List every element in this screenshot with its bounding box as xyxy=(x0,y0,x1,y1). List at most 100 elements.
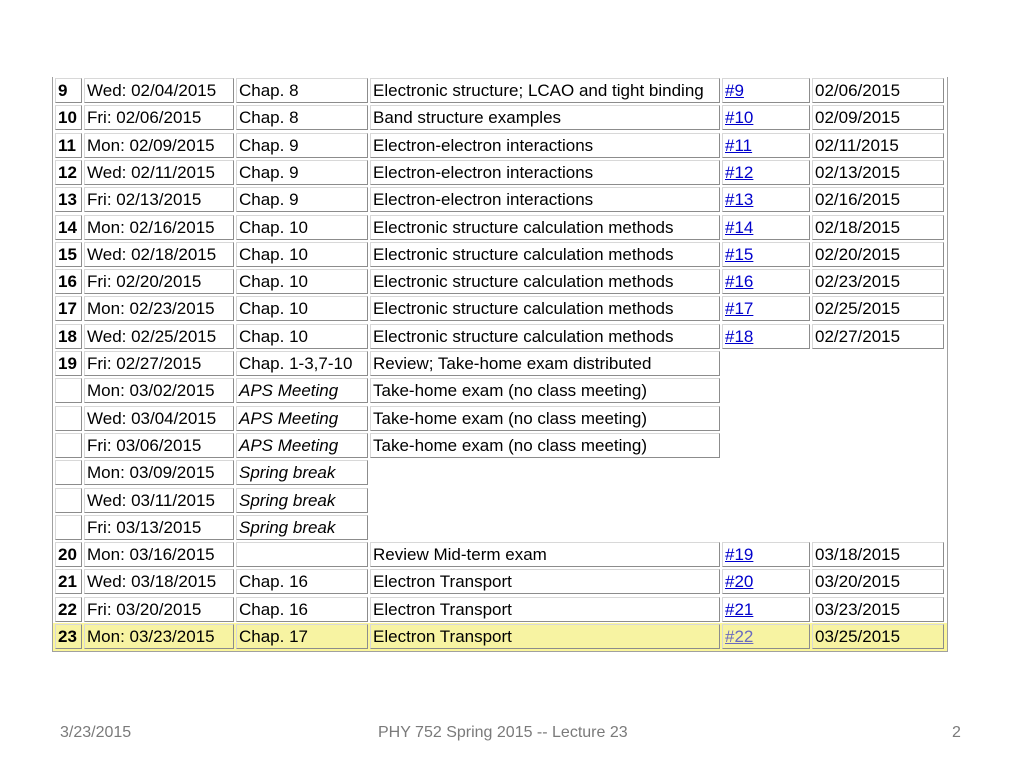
date-cell: Wed: 03/18/2015 xyxy=(84,569,234,595)
page-number: 2 xyxy=(952,724,961,741)
lecture-number-cell xyxy=(55,432,82,458)
date-cell: Fri: 03/20/2015 xyxy=(84,596,234,622)
homework-cell[interactable]: #20 xyxy=(722,569,810,595)
homework-cell[interactable]: #13 xyxy=(722,187,810,213)
table-row: Wed: 03/04/2015 APS Meeting Take-home exam… xyxy=(53,405,947,432)
table-row: Mon: 03/09/2015 Spring break xyxy=(53,459,947,486)
homework-link[interactable]: #18 xyxy=(725,327,753,346)
homework-cell[interactable]: #18 xyxy=(722,323,810,349)
date-cell: Mon: 03/16/2015 xyxy=(84,542,234,568)
homework-link[interactable]: #20 xyxy=(725,572,753,591)
topic-cell: Electronic structure; LCAO and tight bin… xyxy=(370,78,720,103)
table-row: 17 Mon: 02/23/2015 Chap. 10 Electronic stru… xyxy=(53,295,947,322)
table-row: 14 Mon: 02/16/2015 Chap. 10 Electronic stru… xyxy=(53,214,947,241)
homework-cell[interactable]: #16 xyxy=(722,269,810,295)
topic-cell: Electronic structure calculation methods xyxy=(370,296,720,322)
lecture-number-cell: 23 xyxy=(55,624,82,649)
lecture-number-cell: 22 xyxy=(55,596,82,622)
table-row: 15 Wed: 02/18/2015 Chap. 10 Electronic stru… xyxy=(53,241,947,268)
homework-link[interactable]: #15 xyxy=(725,245,753,264)
chapter-cell: Chap. 9 xyxy=(236,187,368,213)
homework-link[interactable]: #21 xyxy=(725,600,753,619)
chapter-cell: Chap. 17 xyxy=(236,624,368,649)
table-row: Mon: 03/02/2015 APS Meeting Take-home exam… xyxy=(53,377,947,404)
date-cell: Fri: 02/27/2015 xyxy=(84,351,234,376)
date-cell: Wed: 02/18/2015 xyxy=(84,241,234,267)
chapter-cell: Chap. 9 xyxy=(236,159,368,185)
lecture-number-cell: 20 xyxy=(55,542,82,568)
due-date-cell: 02/20/2015 xyxy=(812,241,944,267)
homework-cell[interactable]: #22 xyxy=(722,624,810,649)
due-date-cell: 02/27/2015 xyxy=(812,323,944,349)
due-date-cell: 02/06/2015 xyxy=(812,78,944,103)
table-row: 16 Fri: 02/20/2015 Chap. 10 Electronic stru… xyxy=(53,268,947,295)
chapter-cell: Chap. 10 xyxy=(236,214,368,240)
homework-link[interactable]: #9 xyxy=(725,81,744,100)
table-row: 23 Mon: 03/23/2015 Chap. 17 Electron Transp… xyxy=(53,623,947,650)
homework-link[interactable]: #17 xyxy=(725,299,753,318)
table-row: 19 Fri: 02/27/2015 Chap. 1-3,7-10 Review; T… xyxy=(53,350,947,377)
chapter-cell: Chap. 16 xyxy=(236,569,368,595)
topic-cell: Electronic structure calculation methods xyxy=(370,323,720,349)
lecture-number-cell: 16 xyxy=(55,269,82,295)
date-cell: Wed: 03/11/2015 xyxy=(84,487,234,513)
chapter-cell: APS Meeting xyxy=(236,432,368,458)
lecture-number-cell: 12 xyxy=(55,159,82,185)
date-cell: Mon: 03/09/2015 xyxy=(84,460,234,486)
lecture-number-cell: 10 xyxy=(55,105,82,131)
lecture-number-cell: 15 xyxy=(55,241,82,267)
topic-cell: Electron-electron interactions xyxy=(370,132,720,158)
topic-cell: Take-home exam (no class meeting) xyxy=(370,378,720,404)
lecture-number-cell: 9 xyxy=(55,78,82,103)
lecture-number-cell: 13 xyxy=(55,187,82,213)
date-cell: Mon: 03/23/2015 xyxy=(84,624,234,649)
homework-link[interactable]: #16 xyxy=(725,272,753,291)
chapter-cell: APS Meeting xyxy=(236,378,368,404)
homework-link[interactable]: #12 xyxy=(725,163,753,182)
table-row: Wed: 03/11/2015 Spring break xyxy=(53,487,947,514)
homework-link[interactable]: #13 xyxy=(725,190,753,209)
homework-cell[interactable]: #17 xyxy=(722,296,810,322)
homework-cell[interactable]: #14 xyxy=(722,214,810,240)
homework-cell[interactable]: #21 xyxy=(722,596,810,622)
homework-cell[interactable]: #15 xyxy=(722,241,810,267)
homework-cell[interactable]: #19 xyxy=(722,542,810,568)
date-cell: Mon: 02/09/2015 xyxy=(84,132,234,158)
chapter-cell: Chap. 10 xyxy=(236,323,368,349)
homework-link[interactable]: #14 xyxy=(725,218,753,237)
topic-cell: Electron-electron interactions xyxy=(370,159,720,185)
topic-cell: Review Mid-term exam xyxy=(370,542,720,568)
date-cell: Wed: 02/11/2015 xyxy=(84,159,234,185)
homework-cell[interactable]: #10 xyxy=(722,105,810,131)
lecture-number-cell: 14 xyxy=(55,214,82,240)
topic-cell: Band structure examples xyxy=(370,105,720,131)
topic-cell: Electron-electron interactions xyxy=(370,187,720,213)
table-row: Fri: 03/06/2015 APS Meeting Take-home exam… xyxy=(53,432,947,459)
chapter-cell: Chap. 10 xyxy=(236,241,368,267)
homework-link[interactable]: #11 xyxy=(725,136,752,155)
due-date-cell: 03/25/2015 xyxy=(812,624,944,649)
chapter-cell: Chap. 9 xyxy=(236,132,368,158)
schedule-table: 9 Wed: 02/04/2015 Chap. 8 Electronic struct… xyxy=(52,77,948,652)
chapter-cell: Spring break xyxy=(236,487,368,513)
due-date-cell: 02/25/2015 xyxy=(812,296,944,322)
topic-cell: Review; Take-home exam distributed xyxy=(370,351,720,376)
lecture-number-cell: 11 xyxy=(55,132,82,158)
homework-link[interactable]: #10 xyxy=(725,108,753,127)
date-cell: Fri: 03/13/2015 xyxy=(84,514,234,540)
homework-link[interactable]: #19 xyxy=(725,545,753,564)
due-date-cell: 02/13/2015 xyxy=(812,159,944,185)
homework-cell[interactable]: #9 xyxy=(722,78,810,103)
due-date-cell: 02/16/2015 xyxy=(812,187,944,213)
homework-cell[interactable]: #12 xyxy=(722,159,810,185)
table-row: 20 Mon: 03/16/2015 Review Mid-term exam #19… xyxy=(53,541,947,568)
chapter-cell: Chap. 16 xyxy=(236,596,368,622)
homework-cell[interactable]: #11 xyxy=(722,132,810,158)
date-cell: Mon: 02/23/2015 xyxy=(84,296,234,322)
topic-cell: Electronic structure calculation methods xyxy=(370,241,720,267)
homework-link[interactable]: #22 xyxy=(725,627,753,646)
table-row: 18 Wed: 02/25/2015 Chap. 10 Electronic stru… xyxy=(53,323,947,350)
due-date-cell: 02/18/2015 xyxy=(812,214,944,240)
footer-date: 3/23/2015 xyxy=(60,724,132,741)
due-date-cell: 02/11/2015 xyxy=(812,132,944,158)
